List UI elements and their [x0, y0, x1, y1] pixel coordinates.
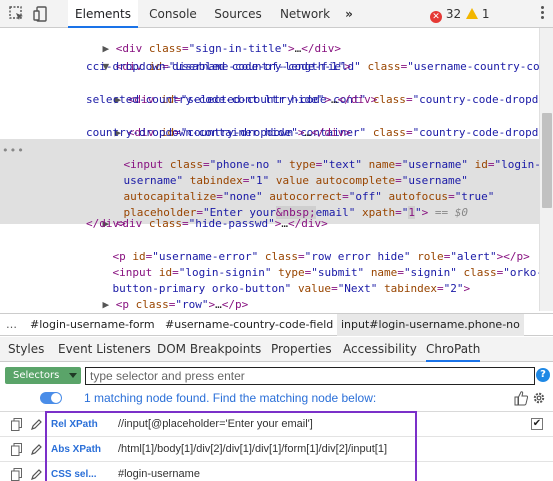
- match-bar: 1 matching node found. Find the matching…: [0, 389, 553, 407]
- tab-accessibility[interactable]: Accessibility: [343, 337, 417, 362]
- selector-type-dropdown[interactable]: Selectors: [5, 367, 81, 384]
- edit-icon[interactable]: [30, 468, 42, 481]
- sidebar-pane-tabs: Styles Event Listeners DOM Breakpoints P…: [0, 337, 553, 362]
- more-tabs-icon[interactable]: »: [339, 0, 359, 28]
- gear-icon[interactable]: [532, 390, 546, 406]
- scrollbar-thumb[interactable]: [542, 113, 552, 208]
- tab-network[interactable]: Network: [275, 0, 335, 28]
- edit-icon[interactable]: [30, 418, 42, 431]
- mode-toggle[interactable]: [40, 392, 62, 404]
- kebab-menu-icon[interactable]: [541, 6, 545, 22]
- thumbs-up-icon[interactable]: [514, 390, 528, 406]
- tree-scrollbar[interactable]: [539, 28, 553, 311]
- tree-line-cont: selected-country-code-cont ltr hide">…</…: [86, 93, 378, 106]
- breadcrumb-overflow-icon[interactable]: …: [6, 314, 17, 336]
- match-message: 1 matching node found. Find the matching…: [84, 391, 377, 405]
- inspect-icon[interactable]: [8, 5, 26, 23]
- copy-icon[interactable]: [11, 418, 22, 431]
- tab-chropath[interactable]: ChroPath: [426, 337, 481, 362]
- breadcrumb-item-selected[interactable]: input#login-username.phone-no: [337, 314, 524, 336]
- tree-line-cont: country-dropdown-container hide">…</div>: [86, 126, 351, 139]
- warning-count: 1: [481, 7, 490, 21]
- selector-type-label: Selectors: [13, 370, 60, 381]
- tab-console[interactable]: Console: [142, 0, 204, 28]
- result-label: CSS sel...: [51, 469, 97, 480]
- tree-line-cont: cci-dropdown-disabled code-of-length-1">: [86, 60, 351, 73]
- copy-icon[interactable]: [11, 443, 22, 456]
- result-row-css-selector: CSS sel... #login-username: [0, 462, 553, 481]
- tab-event-listeners[interactable]: Event Listeners: [58, 337, 151, 362]
- selector-input[interactable]: [85, 367, 535, 385]
- error-icon: ✕: [430, 11, 442, 23]
- error-counter[interactable]: ✕ 32: [430, 0, 461, 28]
- tab-properties[interactable]: Properties: [271, 337, 332, 362]
- tab-styles[interactable]: Styles: [8, 337, 44, 362]
- result-value[interactable]: /html[1]/body[1]/div[2]/div[1]/div[1]/fo…: [118, 437, 387, 462]
- breadcrumb: … #login-username-form #username-country…: [0, 313, 553, 336]
- tab-dom-breakpoints[interactable]: DOM Breakpoints: [157, 337, 261, 362]
- result-row-abs-xpath: Abs XPath /html[1]/body[1]/div[2]/div[1]…: [0, 437, 553, 462]
- tab-sources[interactable]: Sources: [209, 0, 267, 28]
- error-count: 32: [445, 7, 462, 21]
- result-label: Abs XPath: [51, 444, 102, 455]
- chevron-down-icon: [69, 373, 77, 378]
- result-value[interactable]: #login-username: [118, 462, 200, 481]
- warning-counter[interactable]: 1: [466, 0, 489, 28]
- elements-tree[interactable]: ••• ▶ <div class="sign-in-title">…</div>…: [0, 28, 539, 311]
- tree-line[interactable]: ▶ <p class="row sign-up-link">…</p>: [76, 297, 334, 311]
- breadcrumb-item[interactable]: #username-country-code-field: [165, 314, 333, 336]
- result-checkbox[interactable]: ✔: [531, 418, 543, 430]
- device-toolbar-icon[interactable]: [32, 5, 50, 23]
- tree-line[interactable]: </div>: [86, 216, 126, 232]
- copy-icon[interactable]: [11, 468, 22, 481]
- selector-results: Rel XPath //input[@placeholder='Enter yo…: [0, 411, 553, 481]
- result-value[interactable]: //input[@placeholder='Enter your email']: [118, 412, 313, 437]
- warning-icon: [466, 8, 478, 19]
- node-actions-ellipsis[interactable]: •••: [2, 143, 25, 159]
- result-label: Rel XPath: [51, 419, 98, 430]
- selector-bar: Selectors ?: [0, 365, 553, 387]
- help-icon[interactable]: ?: [536, 368, 550, 382]
- edit-icon[interactable]: [30, 443, 42, 456]
- result-row-rel-xpath: Rel XPath //input[@placeholder='Enter yo…: [0, 412, 553, 437]
- devtools-tab-bar: Elements Console Sources Network » ✕ 32 …: [0, 0, 553, 28]
- tab-elements[interactable]: Elements: [68, 0, 138, 28]
- breadcrumb-item[interactable]: #login-username-form: [30, 314, 155, 336]
